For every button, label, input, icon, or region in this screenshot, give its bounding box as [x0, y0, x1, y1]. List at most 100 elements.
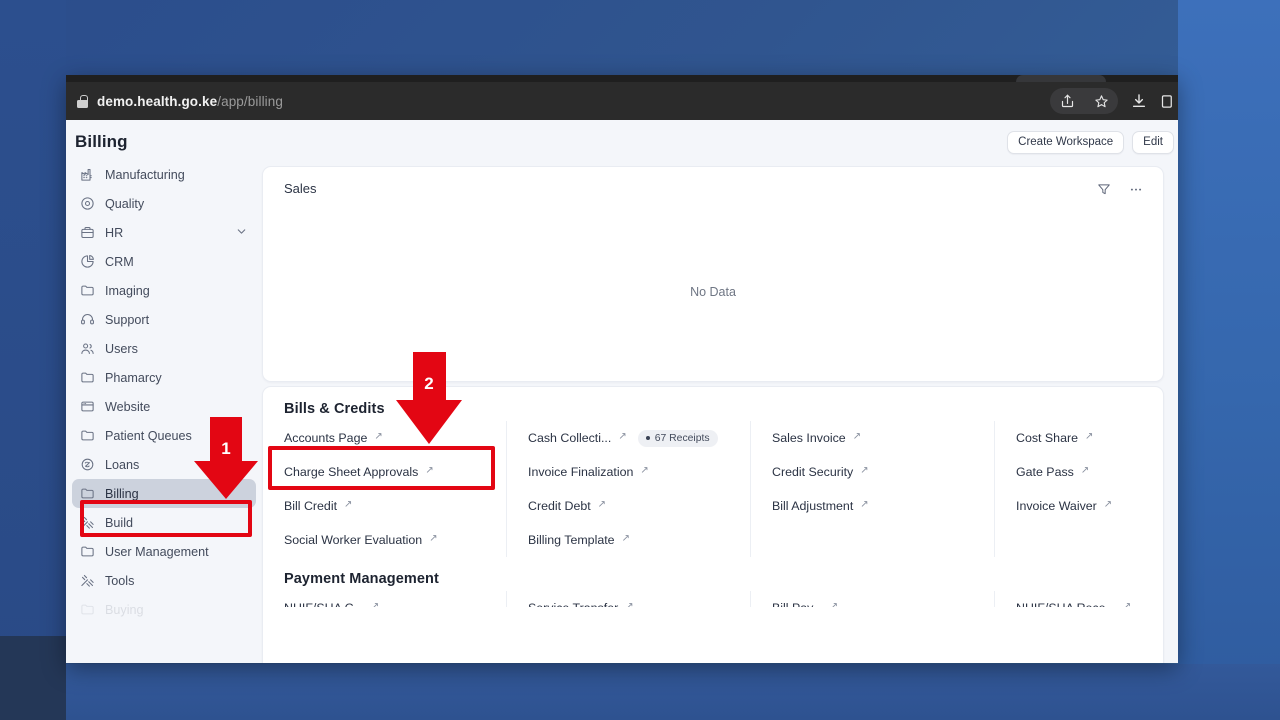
- sidebar-item-support[interactable]: Support: [72, 305, 256, 334]
- tools-icon: [80, 573, 95, 588]
- sidebar-item-quality[interactable]: Quality: [72, 189, 256, 218]
- sidebar-item-label: Users: [105, 341, 138, 356]
- external-link-arrow-icon: ↗: [852, 431, 862, 442]
- sidebar-item-buying[interactable]: Buying: [72, 595, 256, 624]
- external-link-arrow-icon: ↗: [344, 499, 353, 510]
- link-bill-credit[interactable]: Bill Credit ↗: [263, 489, 506, 523]
- sales-empty-state: No Data: [690, 285, 736, 299]
- link-label: Cash Collecti...: [528, 431, 612, 445]
- sidebar-item-label: Support: [105, 312, 150, 327]
- download-icon[interactable]: [1122, 82, 1156, 120]
- sidebar-item-imaging[interactable]: Imaging: [72, 276, 256, 305]
- toolbar-icon-group: [1050, 88, 1118, 114]
- link-label: Gate Pass: [1016, 465, 1074, 479]
- sidebar-item-label: Phamarcy: [105, 370, 162, 385]
- link-nhif-sha-rece[interactable]: NHIF/SHA Rece... ↗: [994, 591, 1163, 607]
- desktop-right-panel: [1178, 0, 1280, 720]
- link-cell-empty: [750, 523, 994, 557]
- sidebar-item-label: User Management: [105, 544, 209, 559]
- sidebar-item-build[interactable]: Build: [72, 508, 256, 537]
- link-sales-invoice[interactable]: Sales Invoice ↗: [750, 421, 994, 455]
- link-cost-share[interactable]: Cost Share ↗: [994, 421, 1163, 455]
- link-label: NHIF/SHA Rece...: [1016, 601, 1116, 607]
- badge-label: 67 Receipts: [654, 432, 710, 444]
- sidebar-item-crm[interactable]: CRM: [72, 247, 256, 276]
- link-bill-adjustment[interactable]: Bill Adjustment ↗: [750, 489, 994, 523]
- link-row: NHIF/SHA C...↗Service Transfer↗Bill Pay.…: [263, 591, 1163, 607]
- folder-icon: [80, 544, 95, 559]
- sales-card-tools: [1097, 182, 1147, 196]
- link-label: NHIF/SHA C...: [284, 601, 364, 607]
- desktop-bottom-area: [66, 664, 1280, 720]
- payment-section-title: Payment Management: [284, 571, 439, 587]
- taskbar[interactable]: [0, 636, 66, 720]
- link-invoice-finalization[interactable]: Invoice Finalization ↗: [506, 455, 750, 489]
- sidebar-item-label: Billing: [105, 486, 139, 501]
- link-label: Bill Pay...: [772, 601, 823, 607]
- link-credit-security[interactable]: Credit Security ↗: [750, 455, 994, 489]
- sidebar-item-label: Website: [105, 399, 151, 414]
- address-bar[interactable]: demo.health.go.ke/app/billing: [66, 94, 1050, 109]
- external-link-arrow-icon: ↗: [860, 499, 869, 510]
- count-badge: 67 Receipts: [637, 429, 718, 447]
- link-label: Cost Share: [1016, 431, 1078, 445]
- external-link-arrow-icon: ↗: [429, 533, 438, 544]
- header-actions: Create Workspace Edit: [1007, 131, 1174, 154]
- sidebar-item-tools[interactable]: Tools: [72, 566, 256, 595]
- sidebar-item-users[interactable]: Users: [72, 334, 256, 363]
- link-cash-collecti[interactable]: Cash Collecti... ↗ 67 Receipts: [506, 421, 750, 455]
- browser-tab[interactable]: [1016, 75, 1106, 82]
- link-social-worker-evaluation[interactable]: Social Worker Evaluation ↗: [263, 523, 506, 557]
- sidebar-item-label: Quality: [105, 196, 145, 211]
- link-nhif-sha-c[interactable]: NHIF/SHA C... ↗: [263, 591, 506, 607]
- sidebar-item-billing[interactable]: Billing: [72, 479, 256, 508]
- ellipsis-icon[interactable]: [1129, 182, 1143, 196]
- window-icon: [80, 399, 95, 414]
- link-gate-pass[interactable]: Gate Pass ↗: [994, 455, 1163, 489]
- sidebar-item-website[interactable]: Website: [72, 392, 256, 421]
- external-link-arrow-icon: ↗: [597, 499, 607, 510]
- sidebar-item-label: Imaging: [105, 283, 150, 298]
- link-charge-sheet-approvals[interactable]: Charge Sheet Approvals ↗: [263, 455, 506, 489]
- external-link-arrow-icon: ↗: [1122, 601, 1132, 608]
- create-workspace-button[interactable]: Create Workspace: [1007, 131, 1125, 154]
- bookmark-star-icon[interactable]: [1084, 82, 1118, 120]
- tools-icon: [80, 515, 95, 530]
- loan-icon: [80, 457, 95, 472]
- sales-card: Sales No Data: [262, 166, 1164, 382]
- sidebar-item-phamarcy[interactable]: Phamarcy: [72, 363, 256, 392]
- link-label: Service Transfer: [528, 601, 618, 607]
- sidebar-item-loans[interactable]: Loans: [72, 450, 256, 479]
- link-service-transfer[interactable]: Service Transfer ↗: [506, 591, 750, 607]
- sidebar-item-manufacturing[interactable]: Manufacturing: [72, 160, 256, 189]
- sidebar-item-patient-queues[interactable]: Patient Queues: [72, 421, 256, 450]
- external-link-arrow-icon: ↗: [370, 601, 380, 608]
- edit-button[interactable]: Edit: [1132, 131, 1174, 154]
- folder-icon: [80, 602, 95, 617]
- sidebar-item-user-management[interactable]: User Management: [72, 537, 256, 566]
- link-row: Accounts Page ↗ Cash Collecti... ↗ 67 Receip…: [263, 421, 1163, 455]
- browser-tabstrip[interactable]: [66, 75, 1178, 82]
- filter-funnel-icon[interactable]: [1097, 182, 1111, 196]
- link-invoice-waiver[interactable]: Invoice Waiver ↗: [994, 489, 1163, 523]
- sales-card-title: Sales: [284, 181, 317, 196]
- link-credit-debt[interactable]: Credit Debt ↗: [506, 489, 750, 523]
- share-icon[interactable]: [1050, 82, 1084, 120]
- link-billing-template[interactable]: Billing Template ↗: [506, 523, 750, 557]
- external-link-arrow-icon: ↗: [829, 601, 839, 608]
- sidebar-item-hr[interactable]: HR: [72, 218, 256, 247]
- sidebar: Manufacturing Quality HR CRM Imaging Support U…: [66, 160, 262, 663]
- link-label: Bill Adjustment: [772, 499, 854, 513]
- sidebar-item-label: Manufacturing: [105, 167, 185, 182]
- toolbar-icons: [1050, 82, 1178, 120]
- briefcase-icon: [80, 225, 95, 240]
- badge-dot-icon: [645, 436, 650, 440]
- chevron-down-icon[interactable]: [235, 225, 248, 241]
- extensions-icon[interactable]: [1156, 82, 1178, 120]
- browser-window: demo.health.go.ke/app/billing Billing Cr…: [66, 75, 1178, 663]
- lock-icon: [77, 94, 88, 108]
- link-row: Bill Credit ↗ Credit Debt ↗ Bill Adjustment ↗…: [263, 489, 1163, 523]
- link-accounts-page[interactable]: Accounts Page ↗: [263, 421, 506, 455]
- link-label: Invoice Waiver: [1016, 499, 1097, 513]
- link-bill-pay[interactable]: Bill Pay... ↗: [750, 591, 994, 607]
